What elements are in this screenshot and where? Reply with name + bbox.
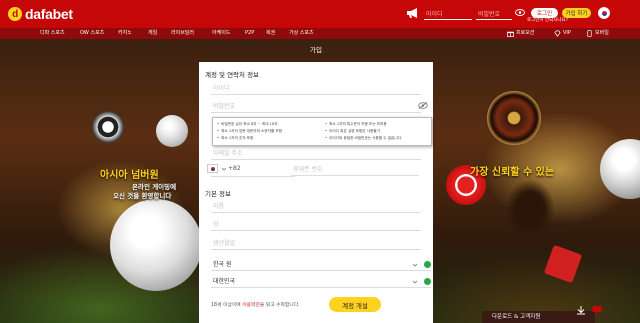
korea-flag-icon[interactable] bbox=[207, 164, 218, 173]
nav-item-dafa-sports[interactable]: 디파 스포츠 bbox=[40, 28, 65, 39]
terms-notice: 18세 이상이며 이용약관을 읽고 수락합니다. bbox=[211, 301, 300, 308]
header-password-input[interactable] bbox=[476, 9, 512, 20]
horse-racing-decoration bbox=[505, 179, 555, 239]
brand-name: dafabet bbox=[25, 6, 73, 22]
main-nav: 디파 스포츠 OW 스포츠 카지노 게임 라이브딜러 아케이드 P2P 복권 가… bbox=[0, 28, 640, 39]
nav-item-arcade[interactable]: 아케이드 bbox=[212, 28, 230, 39]
password-rule: 아이디와 동일한 비밀번호는 사용할 수 없습니다. bbox=[325, 136, 402, 140]
top-header: d dafabet 로그인 로그인이 안되시나요? 가입 하기 bbox=[0, 0, 640, 28]
terms-suffix: 을 읽고 수락합니다. bbox=[259, 303, 300, 308]
eye-slash-icon[interactable] bbox=[418, 102, 428, 109]
password-field[interactable] bbox=[211, 100, 421, 113]
country-select[interactable]: 대한민국 bbox=[211, 276, 431, 288]
nav-item-promotions[interactable]: 프로모션 bbox=[507, 28, 534, 39]
nav-item-casino[interactable]: 카지노 bbox=[118, 28, 132, 39]
billiard-ball-decoration bbox=[156, 115, 188, 147]
nav-item-vip[interactable]: VIP bbox=[554, 28, 571, 39]
date-of-birth-field[interactable] bbox=[211, 237, 421, 250]
nav-item-live-dealer[interactable]: 라이브딜러 bbox=[171, 28, 194, 39]
chevron-down-icon[interactable] bbox=[222, 167, 226, 171]
promotions-label: 프로모션 bbox=[516, 30, 535, 36]
nav-item-p2p[interactable]: P2P bbox=[245, 28, 254, 39]
nav-item-games[interactable]: 게임 bbox=[148, 28, 157, 39]
account-contact-section-title: 계정 및 연락처 정보 bbox=[205, 71, 260, 79]
megaphone-icon[interactable] bbox=[406, 7, 420, 19]
taeguk-mark bbox=[211, 166, 215, 171]
forgot-login-link[interactable]: 로그인이 안되시나요? bbox=[527, 17, 568, 23]
terms-prefix: 18세 이상이며 bbox=[211, 303, 243, 308]
basic-info-section-title: 기본 정보 bbox=[205, 190, 231, 198]
password-rule: 비밀번호 길이 최소 6자 ~ 최대 16자 bbox=[217, 122, 277, 127]
nav-item-lottery[interactable]: 복권 bbox=[266, 28, 275, 39]
korea-flag-icon[interactable] bbox=[598, 7, 610, 19]
password-rule: 최소 1자의 영문 대문자와 소문자를 포함 bbox=[217, 129, 282, 134]
terms-link[interactable]: 이용약관 bbox=[242, 303, 260, 308]
open-account-button[interactable]: 계정 개설 bbox=[329, 297, 381, 312]
dafabet-logo[interactable]: d dafabet bbox=[8, 6, 73, 22]
taeguk-mark bbox=[601, 10, 607, 16]
signup-tab[interactable]: 가입 bbox=[199, 43, 433, 57]
phone-code-underline bbox=[211, 176, 295, 177]
promo-right-title: 가장 신뢰할 수 있는 bbox=[470, 167, 555, 178]
country-code: +82 bbox=[228, 165, 241, 172]
password-rule: 최소 1자의 특수문자 허용 또는 미허용 bbox=[325, 122, 387, 127]
dice-decoration bbox=[543, 244, 583, 284]
check-valid-icon bbox=[424, 261, 431, 268]
chat-support-icon[interactable] bbox=[592, 305, 602, 315]
first-name-field[interactable] bbox=[211, 200, 421, 213]
last-name-field[interactable] bbox=[211, 218, 421, 231]
soccer-ball-decoration bbox=[110, 199, 202, 291]
password-rule: 아이디 혹은 실명 포함은 사용불가 bbox=[325, 129, 380, 134]
nav-item-ow-sports[interactable]: OW 스포츠 bbox=[80, 28, 104, 39]
header-username-input[interactable] bbox=[424, 9, 472, 20]
logo-mark-icon: d bbox=[8, 7, 22, 21]
vip-label: VIP bbox=[563, 30, 571, 36]
chevron-down-icon bbox=[413, 280, 417, 284]
diamond-icon bbox=[554, 30, 561, 37]
currency-value: 한국 원 bbox=[213, 261, 232, 268]
username-field[interactable] bbox=[211, 82, 421, 95]
nav-item-mobile[interactable]: 모바일 bbox=[586, 28, 609, 39]
casino-chip-decoration bbox=[86, 105, 130, 149]
phone-number-field[interactable] bbox=[291, 163, 419, 176]
roulette-wheel-decoration bbox=[487, 91, 541, 145]
password-rules-tooltip: 비밀번호 길이 최소 6자 ~ 최대 16자 최소 1자의 영문 대문자와 소문… bbox=[212, 117, 432, 146]
email-field[interactable] bbox=[211, 147, 421, 160]
join-button[interactable]: 가입 하기 bbox=[562, 8, 591, 18]
nav-item-virtual-sports[interactable]: 가상 스포츠 bbox=[289, 28, 314, 39]
password-rule: 최소 1자의 숫자 포함 bbox=[217, 136, 253, 141]
gift-icon bbox=[507, 31, 514, 37]
mobile-label: 모바일 bbox=[595, 30, 609, 36]
download-icons bbox=[576, 305, 602, 315]
eye-icon[interactable] bbox=[515, 9, 525, 16]
promo-left-line2: 오신 것을 환영합니다 bbox=[113, 192, 172, 200]
chevron-down-icon bbox=[413, 263, 417, 267]
currency-select[interactable]: 한국 원 bbox=[211, 259, 431, 271]
download-icon[interactable] bbox=[576, 305, 586, 315]
soccer-ball-right-decoration bbox=[600, 139, 640, 199]
check-valid-icon bbox=[424, 278, 431, 285]
country-value: 대한민국 bbox=[213, 278, 236, 285]
mobile-phone-icon bbox=[587, 30, 592, 37]
signup-form: 계정 및 연락처 정보 비밀번호 길이 최소 6자 ~ 최대 16자 최소 1자… bbox=[199, 62, 433, 323]
promo-left-title: 아시아 넘버원 bbox=[100, 170, 159, 181]
